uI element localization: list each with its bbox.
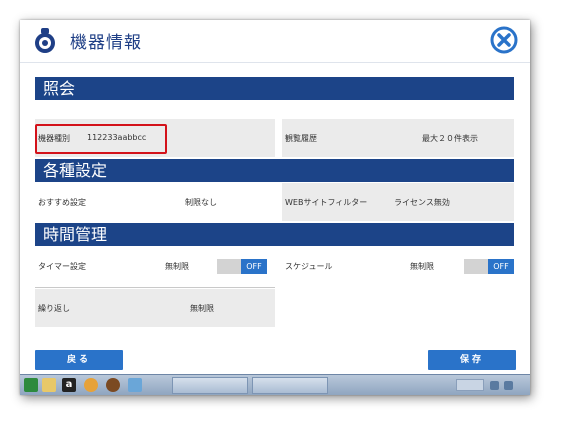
schedule-toggle-track xyxy=(464,259,488,274)
history-row: 観覧履歴 最大２０件表示 xyxy=(282,119,514,157)
robot-vacuum-icon xyxy=(35,28,55,53)
close-icon[interactable] xyxy=(490,26,518,54)
title-bar: 機器情報 xyxy=(20,20,530,62)
tray-icon[interactable] xyxy=(490,381,499,390)
history-value: 最大２０件表示 xyxy=(422,134,478,143)
volume-icon[interactable] xyxy=(504,381,513,390)
back-button[interactable]: 戻る xyxy=(35,350,123,370)
recommended-value: 制限なし xyxy=(185,198,217,207)
app-icon[interactable] xyxy=(84,378,98,392)
timer-value: 無制限 xyxy=(165,262,189,271)
tray-area xyxy=(456,379,484,391)
schedule-row: スケジュール 無制限 OFF xyxy=(282,247,514,285)
taskbar: a xyxy=(20,374,530,395)
timer-toggle-track xyxy=(217,259,241,274)
schedule-toggle-state: OFF xyxy=(488,259,514,274)
web-filter-value: ライセンス無効 xyxy=(394,198,450,207)
timer-row: タイマー設定 無制限 OFF xyxy=(35,247,275,285)
device-type-highlight xyxy=(35,124,167,154)
timer-label: タイマー設定 xyxy=(38,262,86,271)
section-inquiry-header: 照会 xyxy=(35,77,514,100)
amazon-icon[interactable]: a xyxy=(62,378,76,392)
recommended-label: おすすめ設定 xyxy=(38,198,86,207)
device-info-window: 機器情報 照会 機器種別 112233aabbcc 観覧履歴 最大２０件表示 各… xyxy=(20,20,530,395)
folder-icon[interactable] xyxy=(42,378,56,392)
explorer-icon[interactable] xyxy=(128,378,142,392)
repeat-value: 無制限 xyxy=(190,304,214,313)
start-icon[interactable] xyxy=(24,378,38,392)
schedule-toggle[interactable]: OFF xyxy=(464,259,514,274)
repeat-row[interactable]: 繰り返し 無制限 xyxy=(35,289,275,327)
row-divider xyxy=(35,287,275,288)
web-filter-row[interactable]: WEBサイトフィルター ライセンス無効 xyxy=(282,183,514,221)
window-title: 機器情報 xyxy=(70,33,142,53)
save-button[interactable]: 保存 xyxy=(428,350,516,370)
schedule-value: 無制限 xyxy=(410,262,434,271)
repeat-label: 繰り返し xyxy=(38,304,70,313)
history-label: 観覧履歴 xyxy=(285,134,317,143)
timer-toggle-state: OFF xyxy=(241,259,267,274)
section-settings-header: 各種設定 xyxy=(35,159,514,182)
section-time-header: 時間管理 xyxy=(35,223,514,246)
schedule-label: スケジュール xyxy=(285,262,333,271)
timer-toggle[interactable]: OFF xyxy=(217,259,267,274)
web-filter-label: WEBサイトフィルター xyxy=(285,198,368,207)
content-area: 照会 機器種別 112233aabbcc 観覧履歴 最大２０件表示 各種設定 お… xyxy=(20,62,530,375)
browser-icon[interactable] xyxy=(106,378,120,392)
recommended-row[interactable]: おすすめ設定 制限なし xyxy=(35,183,275,221)
taskbar-window-2[interactable] xyxy=(252,377,328,394)
taskbar-window-1[interactable] xyxy=(172,377,248,394)
